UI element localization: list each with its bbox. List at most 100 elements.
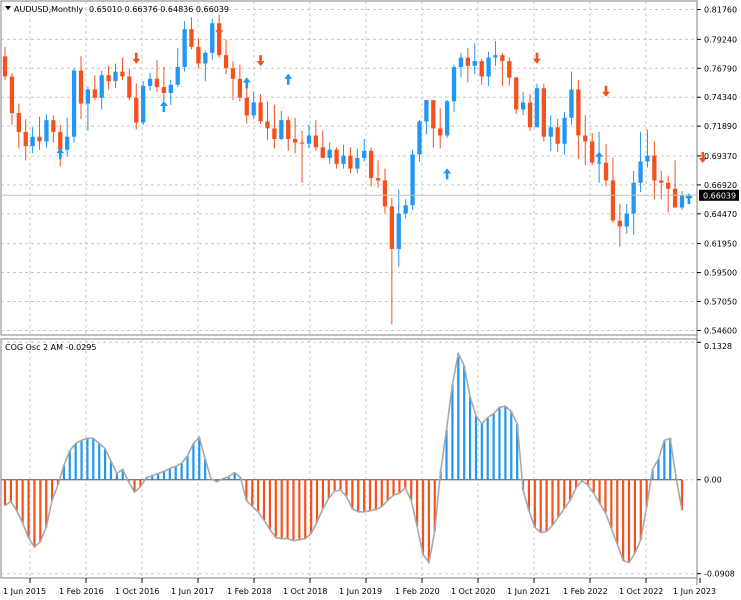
candle-body bbox=[210, 23, 215, 53]
candle-body bbox=[652, 155, 657, 181]
candle-body bbox=[230, 68, 236, 79]
osc-tick-label: 0.00 bbox=[704, 476, 722, 485]
candle-body bbox=[175, 66, 180, 85]
candle-body bbox=[355, 157, 360, 169]
signal-arrows bbox=[56, 24, 707, 205]
buy-arrow-icon bbox=[443, 168, 452, 180]
candle-body bbox=[534, 88, 540, 128]
buy-arrow-icon bbox=[284, 73, 293, 85]
candle-body bbox=[272, 128, 277, 140]
candle-body bbox=[279, 120, 284, 140]
time-tick-label: 1 Oct 2016 bbox=[115, 587, 159, 596]
candle-body bbox=[403, 205, 408, 214]
price-tick-label: 0.54600 bbox=[704, 326, 737, 335]
candle-body bbox=[451, 66, 457, 102]
candle-body bbox=[9, 76, 15, 114]
time-tick-label: 1 Jun 2021 bbox=[507, 587, 550, 596]
buy-arrow-icon bbox=[242, 77, 251, 89]
price-tick-label: 0.71890 bbox=[704, 122, 737, 131]
candle-body bbox=[65, 136, 70, 150]
candle-body bbox=[603, 162, 609, 181]
candle-body bbox=[638, 161, 643, 183]
time-tick-label: 1 Jun 2019 bbox=[339, 587, 382, 596]
candle-body bbox=[631, 182, 636, 214]
candle-body bbox=[438, 128, 443, 136]
candle-body bbox=[341, 155, 346, 164]
oscillator-histogram bbox=[1, 353, 684, 563]
candle-body bbox=[37, 136, 42, 142]
candle-body bbox=[203, 52, 208, 64]
candle-body bbox=[196, 46, 201, 64]
candle-body bbox=[431, 100, 436, 129]
candle-body bbox=[313, 135, 319, 148]
candle-body bbox=[514, 77, 519, 110]
time-tick-label: 1 Jun 2017 bbox=[171, 587, 214, 596]
candle-body bbox=[465, 57, 470, 66]
osc-curve bbox=[4, 350, 683, 565]
price-tick-label: 0.69370 bbox=[704, 152, 737, 161]
candle-body bbox=[286, 120, 291, 140]
price-tick-label: 0.66920 bbox=[704, 181, 737, 190]
time-tick-label: 1 Feb 2020 bbox=[395, 587, 440, 596]
buy-arrow-icon bbox=[159, 100, 168, 112]
candle-body bbox=[472, 61, 477, 66]
time-tick-label: 1 Feb 2022 bbox=[563, 587, 608, 596]
candle-body bbox=[99, 75, 104, 98]
time-tick-label: 1 Feb 2018 bbox=[227, 587, 272, 596]
candle-body bbox=[389, 206, 394, 249]
candle-body bbox=[417, 121, 422, 155]
candle-body bbox=[327, 149, 332, 158]
candle-body bbox=[51, 120, 56, 132]
time-tick-label: 1 Oct 2020 bbox=[451, 587, 495, 596]
sell-arrow-icon bbox=[132, 52, 141, 64]
candle-body bbox=[583, 135, 588, 142]
time-tick-label: 1 Oct 2018 bbox=[283, 587, 327, 596]
candle-body bbox=[548, 127, 553, 137]
candle-body bbox=[154, 78, 160, 88]
candle-body bbox=[645, 155, 650, 162]
candle-body bbox=[368, 150, 374, 179]
price-tick-label: 0.76790 bbox=[704, 64, 737, 73]
dropdown-triangle-icon[interactable] bbox=[5, 6, 11, 10]
candlestick-series bbox=[2, 14, 685, 325]
candle-body bbox=[182, 29, 187, 67]
candle-body bbox=[507, 61, 512, 78]
candle-body bbox=[569, 89, 574, 118]
ohlc-values: 0.65010 0.66376 0.64836 0.66039 bbox=[89, 5, 229, 14]
candle-body bbox=[113, 71, 118, 82]
candle-body bbox=[424, 100, 429, 122]
candle-body bbox=[2, 56, 8, 77]
price-tick-label: 0.59500 bbox=[704, 269, 737, 278]
candle-body bbox=[672, 188, 678, 208]
candle-body bbox=[44, 120, 49, 142]
candle-body bbox=[624, 213, 629, 227]
price-tick-label: 0.64470 bbox=[704, 210, 737, 219]
candle-body bbox=[168, 84, 173, 93]
candle-body bbox=[334, 149, 339, 164]
buy-arrow-icon bbox=[595, 151, 604, 163]
candle-body bbox=[258, 102, 263, 122]
sell-arrow-icon bbox=[602, 85, 611, 97]
price-tick-label: 0.81760 bbox=[704, 6, 737, 15]
candle-body bbox=[362, 150, 367, 158]
candle-body bbox=[520, 102, 526, 110]
candle-body bbox=[30, 136, 35, 147]
candle-body bbox=[251, 102, 256, 116]
oscillator-line bbox=[4, 350, 683, 565]
candle-body bbox=[486, 57, 491, 77]
candle-body bbox=[610, 180, 616, 221]
candle-body bbox=[617, 220, 622, 227]
candle-body bbox=[16, 113, 21, 132]
candle-body bbox=[348, 155, 353, 169]
candle-body bbox=[78, 70, 84, 104]
candle-body bbox=[576, 89, 581, 136]
sell-arrow-icon bbox=[256, 55, 265, 67]
candle-body bbox=[127, 76, 132, 98]
oscillator-axis: 0.1328 0.00 -0.0908 bbox=[697, 341, 735, 579]
candle-body bbox=[306, 135, 312, 144]
candle-body bbox=[106, 75, 111, 82]
price-tick-label: 0.57050 bbox=[704, 298, 737, 307]
time-tick-label: 1 Jun 2023 bbox=[673, 587, 716, 596]
candle-body bbox=[71, 70, 77, 137]
candle-body bbox=[58, 131, 63, 150]
